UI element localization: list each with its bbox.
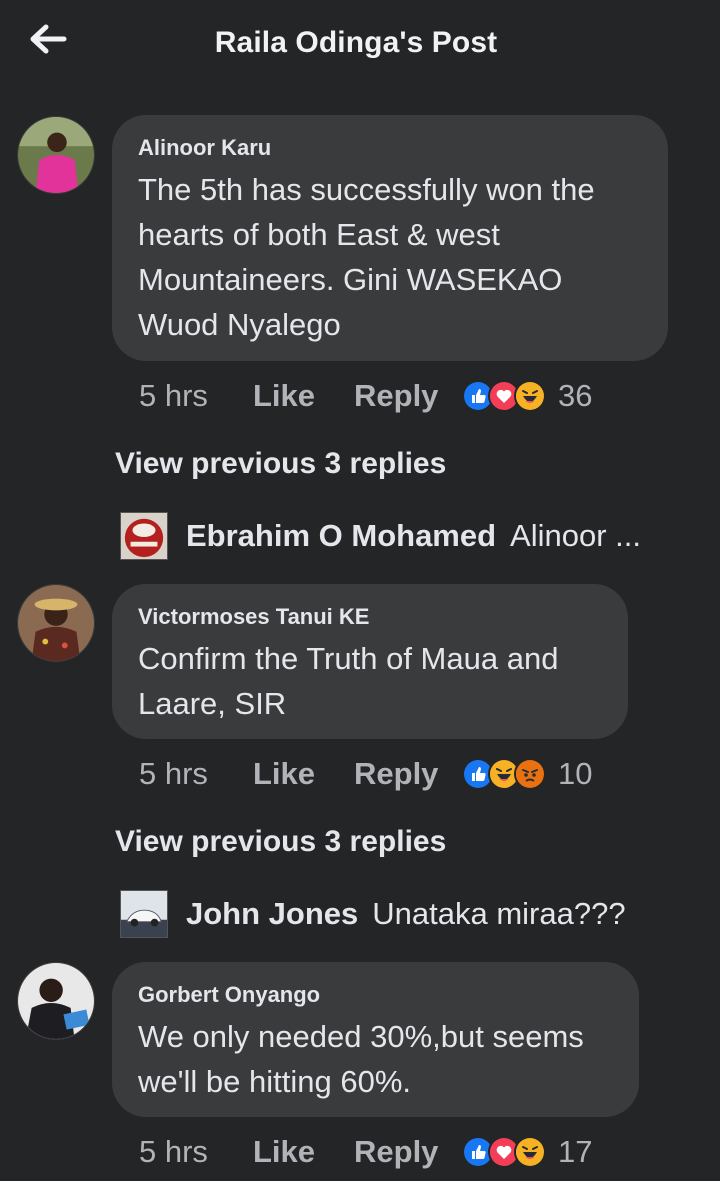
comment-time: 5 hrs [139,1134,208,1169]
avatar-john-jones[interactable] [120,890,168,938]
comment-author[interactable]: Alinoor Karu [138,135,640,161]
comment-line: we'll be hitting 60%. [138,1064,412,1099]
comment-actions: 5 hrs Like Reply 10 [139,754,592,794]
latest-reply[interactable]: John Jones Unataka miraa??? [120,890,626,938]
comment-line: Confirm the Truth of Maua and [138,641,559,676]
comment-line: The 5th has successfully won the [138,172,595,207]
page-title: Raila Odinga's Post [214,26,498,59]
comment-line: hearts of both East & west [138,217,500,252]
angry-reaction-icon [514,758,546,790]
comment-actions: 5 hrs Like Reply 36 [139,376,592,416]
comment-author[interactable]: Gorbert Onyango [138,982,611,1008]
reaction-summary[interactable] [462,758,546,790]
reply-author[interactable]: John Jones [186,896,358,932]
like-button[interactable]: Like [253,756,354,792]
view-previous-replies-link[interactable]: View previous 3 replies [115,447,446,481]
latest-reply[interactable]: Ebrahim O Mohamed Alinoor ... [120,512,641,560]
reply-text: Alinoor ... [510,518,641,553]
comment-line: Laare, SIR [138,686,287,721]
comment-bubble[interactable]: Gorbert Onyango We only needed 30%,but s… [112,962,639,1117]
like-button[interactable]: Like [253,378,354,414]
comment-line: Mountaineers. Gini WASEKAO [138,262,563,297]
comment-text: Confirm the Truth of Maua and Laare, SIR [138,636,600,726]
comment-actions: 5 hrs Like Reply 17 [139,1132,592,1172]
reaction-count[interactable]: 17 [558,1134,592,1170]
haha-reaction-icon [514,1136,546,1168]
haha-reaction-icon [514,380,546,412]
comment-time: 5 hrs [139,756,208,791]
view-previous-replies-link[interactable]: View previous 3 replies [115,825,446,859]
comment-line: Wuod Nyalego [138,307,341,342]
reply-button[interactable]: Reply [354,756,462,792]
avatar-ebrahim-o-mohamed[interactable] [120,512,168,560]
avatar-victormoses-tanui[interactable] [17,584,95,662]
reply-text: Unataka miraa??? [372,896,626,931]
reaction-count[interactable]: 36 [558,378,592,414]
comment-time: 5 hrs [139,378,208,413]
comment-line: We only needed 30%,but seems [138,1019,584,1054]
reply-button[interactable]: Reply [354,378,462,414]
reaction-count[interactable]: 10 [558,756,592,792]
top-bar: Raila Odinga's Post [0,0,720,88]
reaction-summary[interactable] [462,380,546,412]
reply-button[interactable]: Reply [354,1134,462,1170]
reply-author[interactable]: Ebrahim O Mohamed [186,518,496,554]
comment-bubble[interactable]: Victormoses Tanui KE Confirm the Truth o… [112,584,628,739]
comment-bubble[interactable]: Alinoor Karu The 5th has successfully wo… [112,115,668,361]
comment-author[interactable]: Victormoses Tanui KE [138,604,600,630]
comment-text: We only needed 30%,but seems we'll be hi… [138,1014,611,1104]
avatar-alinoor-karu[interactable] [17,116,95,194]
reaction-summary[interactable] [462,1136,546,1168]
like-button[interactable]: Like [253,1134,354,1170]
avatar-gorbert-onyango[interactable] [17,962,95,1040]
comment-text: The 5th has successfully won the hearts … [138,167,640,347]
